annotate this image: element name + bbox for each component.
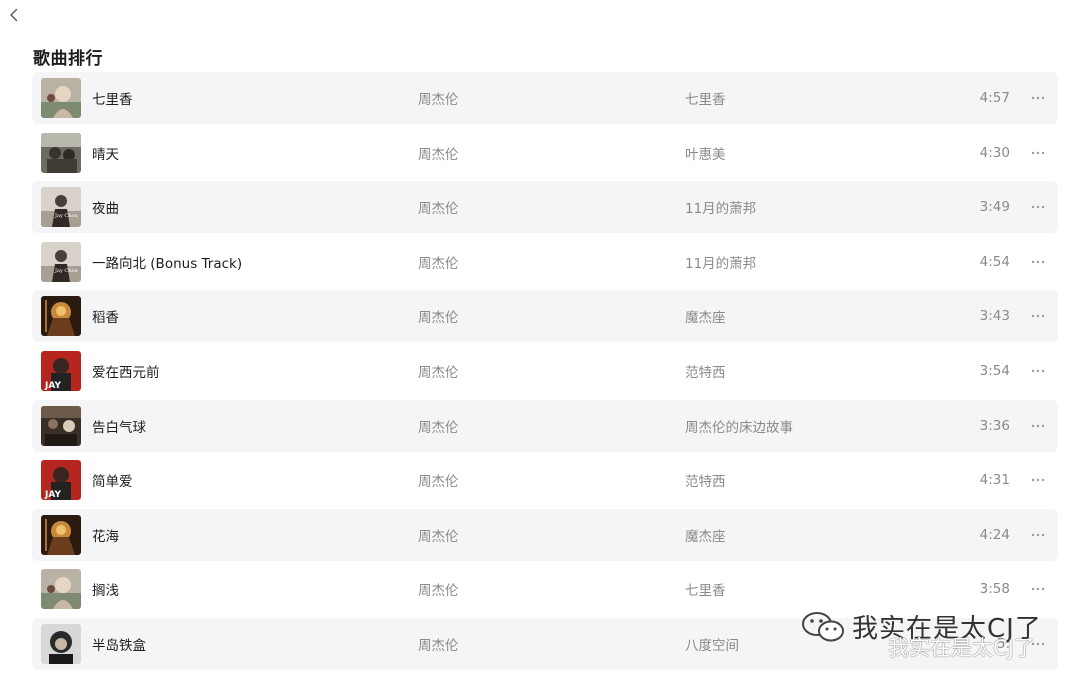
song-title: 半岛铁盒 <box>92 637 146 654</box>
song-artist: 周杰伦 <box>418 201 459 218</box>
song-duration: 4:31 <box>979 472 1010 489</box>
song-list: 七里香 周杰伦 七里香 4:57 晴天 周杰伦 叶惠美 4:30 Jay Chou 夜曲 周杰伦 11… <box>32 72 1058 673</box>
song-title: 夜曲 <box>92 201 119 218</box>
more-horizontal-icon <box>1031 533 1045 536</box>
song-duration: 3:43 <box>979 308 1010 325</box>
song-duration: 4:30 <box>979 144 1010 161</box>
more-options-button[interactable] <box>1028 579 1048 599</box>
more-options-button[interactable] <box>1028 634 1048 654</box>
album-cover <box>41 405 81 446</box>
more-horizontal-icon <box>1031 424 1045 427</box>
song-duration: 3:54 <box>979 362 1010 379</box>
page-title: 歌曲排行 <box>33 49 103 69</box>
song-album: 范特西 <box>685 474 726 491</box>
more-options-button[interactable] <box>1028 416 1048 436</box>
song-artist: 周杰伦 <box>418 92 459 108</box>
more-horizontal-icon <box>1031 642 1045 646</box>
more-horizontal-icon <box>1031 369 1045 373</box>
song-duration: 3:58 <box>979 581 1010 598</box>
song-title: 七里香 <box>92 92 133 108</box>
more-options-button[interactable] <box>1028 143 1048 163</box>
song-album: 叶惠美 <box>685 146 726 163</box>
more-horizontal-icon <box>1031 315 1045 318</box>
album-cover: JAY <box>41 350 81 391</box>
song-album: 魔杰座 <box>685 310 726 327</box>
more-horizontal-icon <box>1031 260 1045 263</box>
song-title: 搁浅 <box>92 583 119 600</box>
song-artist: 周杰伦 <box>418 583 459 600</box>
song-artist: 周杰伦 <box>418 364 459 381</box>
song-album: 七里香 <box>685 92 726 108</box>
more-horizontal-icon <box>1031 151 1045 154</box>
song-title: 一路向北 (Bonus Track) <box>92 255 243 272</box>
song-row[interactable]: Jay Chou 夜曲 周杰伦 11月的萧邦 3:49 <box>32 181 1058 234</box>
song-artist: 周杰伦 <box>418 419 459 436</box>
song-row[interactable]: 告白气球 周杰伦 周杰伦的床边故事 3:36 <box>32 399 1058 452</box>
song-duration: 4:54 <box>979 253 1010 270</box>
song-row[interactable]: JAY 简单爱 周杰伦 范特西 4:31 <box>32 454 1058 506</box>
more-options-button[interactable] <box>1028 88 1048 108</box>
song-album: 七里香 <box>685 583 726 600</box>
album-cover: JAY <box>41 460 81 501</box>
more-horizontal-icon <box>1031 588 1045 591</box>
song-artist: 周杰伦 <box>418 637 459 654</box>
more-options-button[interactable] <box>1028 252 1048 272</box>
svg-text:JAY: JAY <box>44 381 61 391</box>
svg-text:JAY: JAY <box>44 490 61 500</box>
song-row[interactable]: 稻香 周杰伦 魔杰座 3:43 <box>32 290 1058 343</box>
song-row[interactable]: 搁浅 周杰伦 七里香 3:58 <box>32 563 1058 615</box>
song-artist: 周杰伦 <box>418 310 459 327</box>
song-title: 花海 <box>92 528 119 545</box>
song-row[interactable]: 花海 周杰伦 魔杰座 4:24 <box>32 508 1058 561</box>
song-duration: 3:49 <box>979 199 1010 216</box>
song-title: 爱在西元前 <box>92 364 160 381</box>
song-artist: 周杰伦 <box>418 146 459 163</box>
song-album: 八度空间 <box>685 637 739 654</box>
more-options-button[interactable] <box>1028 361 1048 381</box>
album-cover: Jay Chou <box>41 187 81 228</box>
album-cover <box>41 569 81 610</box>
song-row[interactable]: 晴天 周杰伦 叶惠美 4:30 <box>32 127 1058 179</box>
song-artist: 周杰伦 <box>418 528 459 545</box>
album-cover <box>41 623 81 664</box>
song-row[interactable]: JAY 爱在西元前 周杰伦 范特西 3:54 <box>32 345 1058 397</box>
song-row[interactable]: 七里香 周杰伦 七里香 4:57 <box>32 72 1058 124</box>
song-title: 简单爱 <box>92 474 133 491</box>
song-duration: 4:24 <box>979 526 1010 543</box>
song-album: 周杰伦的床边故事 <box>685 419 793 436</box>
chevron-left-icon <box>10 8 18 22</box>
song-row[interactable]: Jay Chou 一路向北 (Bonus Track) 周杰伦 11月的萧邦 4:54 <box>32 236 1058 288</box>
song-album: 11月的萧邦 <box>685 201 757 218</box>
album-cover <box>41 296 81 337</box>
more-horizontal-icon <box>1031 96 1045 100</box>
song-duration: 3:36 <box>979 417 1010 434</box>
more-options-button[interactable] <box>1028 470 1048 490</box>
album-cover: Jay Chou <box>41 241 81 282</box>
svg-text:Jay Chou: Jay Chou <box>54 268 78 274</box>
song-album: 11月的萧邦 <box>685 255 757 272</box>
more-horizontal-icon <box>1031 205 1045 209</box>
more-horizontal-icon <box>1031 478 1045 482</box>
song-artist: 周杰伦 <box>418 255 459 272</box>
song-duration: 5: <box>996 635 1010 652</box>
song-ranking-page: 歌曲排行 七里香 周杰伦 七里香 4:57 晴天 周杰伦 叶惠美 4:30 Jay Chou 夜曲… <box>0 0 1080 673</box>
more-options-button[interactable] <box>1028 197 1048 217</box>
more-options-button[interactable] <box>1028 525 1048 545</box>
song-title: 告白气球 <box>92 419 146 436</box>
more-options-button[interactable] <box>1028 306 1048 326</box>
svg-text:Jay Chou: Jay Chou <box>54 213 78 219</box>
back-button[interactable] <box>4 4 24 26</box>
song-album: 魔杰座 <box>685 528 726 545</box>
album-cover <box>41 514 81 555</box>
song-row[interactable]: 半岛铁盒 周杰伦 八度空间 5: <box>32 617 1058 670</box>
song-album: 范特西 <box>685 364 726 381</box>
album-cover <box>41 132 81 173</box>
song-artist: 周杰伦 <box>418 474 459 491</box>
song-duration: 4:57 <box>979 90 1010 106</box>
album-cover <box>41 78 81 118</box>
song-title: 稻香 <box>92 310 119 327</box>
song-title: 晴天 <box>92 146 119 163</box>
